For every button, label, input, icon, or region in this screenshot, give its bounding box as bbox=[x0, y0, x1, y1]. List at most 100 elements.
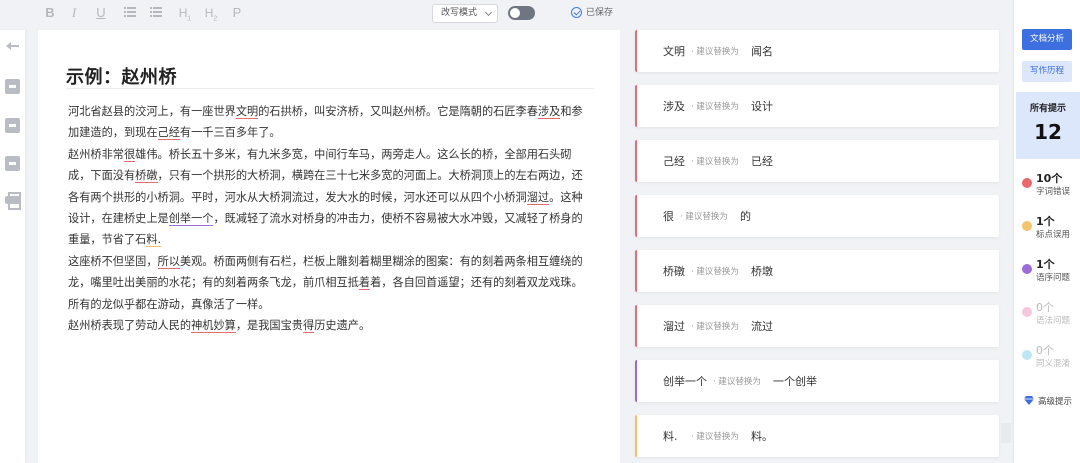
suggestion-replacement[interactable]: 已经 bbox=[751, 153, 773, 169]
all-hints-count: 12 bbox=[1034, 120, 1062, 144]
suggestion-card[interactable]: 文明 · 建议替换为 闻名 bbox=[635, 30, 999, 72]
suggestion-original: 己经 bbox=[663, 155, 685, 168]
category-count: 0个 bbox=[1036, 301, 1054, 314]
document-paragraph[interactable]: 赵州桥表现了劳动人民的神机妙算，是我国宝贵得历史遗产。 bbox=[68, 315, 592, 336]
category-label: 语序问题 bbox=[1036, 273, 1071, 283]
suggestion-original: 创举一个 bbox=[663, 375, 707, 388]
suggestion-card[interactable]: 桥礅 · 建议替换为 桥墩 bbox=[635, 250, 999, 292]
suggestion-replacement[interactable]: 一个创举 bbox=[773, 373, 817, 389]
diamond-icon bbox=[1024, 396, 1034, 405]
suggestion-hint: · 建议替换为 bbox=[691, 102, 739, 112]
flagged-text[interactable]: 料. bbox=[146, 233, 162, 248]
mode-select[interactable]: 改写模式 bbox=[432, 4, 498, 23]
check-circle-icon bbox=[571, 7, 582, 18]
suggestion-card[interactable]: 己经 · 建议替换为 已经 bbox=[635, 140, 999, 182]
suggestion-card[interactable]: 创举一个 · 建议替换为 一个创举 bbox=[635, 360, 999, 402]
body-text: 历史遗产。 bbox=[314, 319, 371, 333]
body-text: 的石拱桥，叫安济桥，又叫赵州桥。它是隋朝的石匠李春 bbox=[258, 105, 538, 118]
italic-button[interactable]: I bbox=[65, 4, 83, 22]
body-text: 河北省赵县的洨河上，有一座世界 bbox=[68, 105, 236, 118]
add-icon[interactable] bbox=[5, 79, 20, 94]
heading2-button[interactable]: H2 bbox=[202, 4, 220, 22]
paragraph-button[interactable]: P bbox=[228, 4, 246, 22]
hint-category[interactable]: 0个语法问题 bbox=[1014, 299, 1080, 331]
hint-category[interactable]: 1个语序问题 bbox=[1014, 256, 1080, 288]
suggestion-replacement[interactable]: 的 bbox=[740, 208, 751, 224]
flagged-text[interactable]: 很 bbox=[123, 147, 136, 162]
suggestion-original: 很 bbox=[663, 210, 674, 223]
undo-icon[interactable] bbox=[5, 40, 20, 55]
left-toolbar bbox=[0, 30, 25, 463]
suggestion-card[interactable]: 涉及 · 建议替换为 设计 bbox=[635, 85, 999, 127]
mode-select-value: 改写模式 bbox=[441, 8, 478, 18]
flagged-text[interactable]: 己经 bbox=[157, 126, 180, 141]
hint-category[interactable]: 10个 字词错误 bbox=[1014, 170, 1080, 202]
title-divider bbox=[66, 88, 594, 89]
category-dot-icon bbox=[1022, 264, 1032, 274]
body-text: 赵州桥非常 bbox=[68, 147, 124, 161]
suggestion-hint: · 建议替换为 bbox=[680, 212, 728, 222]
body-text: ，是我国宝贵 bbox=[235, 319, 303, 333]
suggestion-original: 涉及 bbox=[663, 100, 685, 113]
document-title[interactable]: 示例：赵州桥 bbox=[66, 63, 177, 89]
category-label: 语法问题 bbox=[1036, 316, 1071, 326]
category-label: 同义混淆 bbox=[1036, 359, 1071, 369]
category-count: 0个 bbox=[1036, 344, 1054, 357]
category-count: 1个 bbox=[1036, 258, 1055, 271]
suggestion-card[interactable]: 料. · 建议替换为 料。 bbox=[635, 415, 999, 457]
suggestion-card[interactable]: 很 · 建议替换为 的 bbox=[635, 195, 999, 237]
heading1-button[interactable]: H1 bbox=[176, 4, 194, 22]
flagged-text[interactable]: 溜过 bbox=[526, 190, 550, 205]
suggestion-hint: · 建议替换为 bbox=[691, 322, 739, 332]
saved-status-text: 已保存 bbox=[586, 8, 614, 18]
saved-status: 已保存 bbox=[571, 5, 613, 21]
hint-category[interactable]: 0个同义混淆 bbox=[1014, 342, 1080, 374]
format-toolbar: B I U H1 H2 P 改写模式 已保存 bbox=[0, 0, 630, 26]
mode-toggle[interactable] bbox=[508, 6, 535, 20]
hint-category[interactable]: 1个 标点误用 bbox=[1014, 213, 1080, 245]
flagged-text[interactable]: 文明 bbox=[235, 105, 259, 119]
ordered-list-icon[interactable] bbox=[124, 6, 136, 18]
document-paragraph[interactable]: 河北省赵县的洨河上，有一座世界文明的石拱桥，叫安济桥，又叫赵州桥。它是隋朝的石匠… bbox=[68, 101, 592, 144]
suggestion-hint: · 建议替换为 bbox=[713, 377, 761, 387]
document-paragraph[interactable]: 这座桥不但坚固，所以美观。桥面两侧有石栏，栏板上雕刻着糊里糊涂的图案：有的刻着两… bbox=[68, 251, 592, 315]
body-text: 这座桥不但坚固， bbox=[68, 254, 158, 268]
bold-button[interactable]: B bbox=[41, 4, 59, 22]
advanced-hints-label: 高级提示 bbox=[1038, 397, 1073, 407]
suggestion-original: 桥礅 bbox=[663, 265, 685, 278]
flagged-text[interactable]: 创举一个 bbox=[168, 212, 214, 227]
suggestion-replacement[interactable]: 料。 bbox=[751, 428, 773, 444]
suggestion-replacement[interactable]: 桥墩 bbox=[751, 263, 773, 279]
flagged-text[interactable]: 得 bbox=[302, 319, 315, 334]
suggestion-original: 料. bbox=[663, 430, 678, 443]
suggestion-hint: · 建议替换为 bbox=[691, 267, 739, 277]
suggestion-hint: · 建议替换为 bbox=[691, 47, 739, 57]
bullet-list-icon[interactable] bbox=[150, 6, 162, 18]
category-dot-icon bbox=[1022, 221, 1032, 231]
chevron-down-icon bbox=[484, 8, 493, 17]
flagged-text[interactable]: 着 bbox=[358, 276, 371, 291]
document-editor[interactable]: 示例：赵州桥 河北省赵县的洨河上，有一座世界文明的石拱桥，叫安济桥，又叫赵州桥。… bbox=[38, 30, 620, 463]
suggestion-replacement[interactable]: 闻名 bbox=[751, 43, 773, 59]
flagged-text[interactable]: 涉及 bbox=[537, 105, 561, 119]
underline-button[interactable]: U bbox=[92, 4, 110, 22]
suggestion-original: 溜过 bbox=[663, 320, 685, 333]
flagged-text[interactable]: 神机妙算 bbox=[191, 319, 236, 334]
archive-icon[interactable] bbox=[5, 118, 20, 133]
flagged-text[interactable]: 桥礅 bbox=[135, 169, 158, 184]
writing-history-button[interactable]: 写作历程 bbox=[1022, 61, 1072, 82]
category-dot-icon bbox=[1022, 350, 1032, 360]
document-body[interactable]: 河北省赵县的洨河上，有一座世界文明的石拱桥，叫安济桥，又叫赵州桥。它是隋朝的石匠… bbox=[68, 101, 592, 336]
suggestion-replacement[interactable]: 设计 bbox=[751, 98, 773, 114]
print-icon[interactable] bbox=[5, 192, 21, 210]
category-label: 字词错误 bbox=[1036, 187, 1071, 197]
document-analysis-button[interactable]: 文档分析 bbox=[1022, 29, 1072, 50]
scrollbar[interactable] bbox=[1001, 423, 1011, 443]
export-icon[interactable] bbox=[5, 156, 20, 171]
all-hints-summary[interactable]: 所有提示 12 bbox=[1016, 92, 1080, 159]
suggestion-replacement[interactable]: 流过 bbox=[751, 318, 773, 334]
document-paragraph[interactable]: 赵州桥非常很雄伟。桥长五十多米，有九米多宽，中间行车马，两旁走人。这么长的桥，全… bbox=[68, 144, 592, 251]
flagged-text[interactable]: 所以 bbox=[157, 254, 180, 269]
advanced-hints-link[interactable]: 高级提示 bbox=[1024, 395, 1072, 407]
suggestion-card[interactable]: 溜过 · 建议替换为 流过 bbox=[635, 305, 999, 347]
